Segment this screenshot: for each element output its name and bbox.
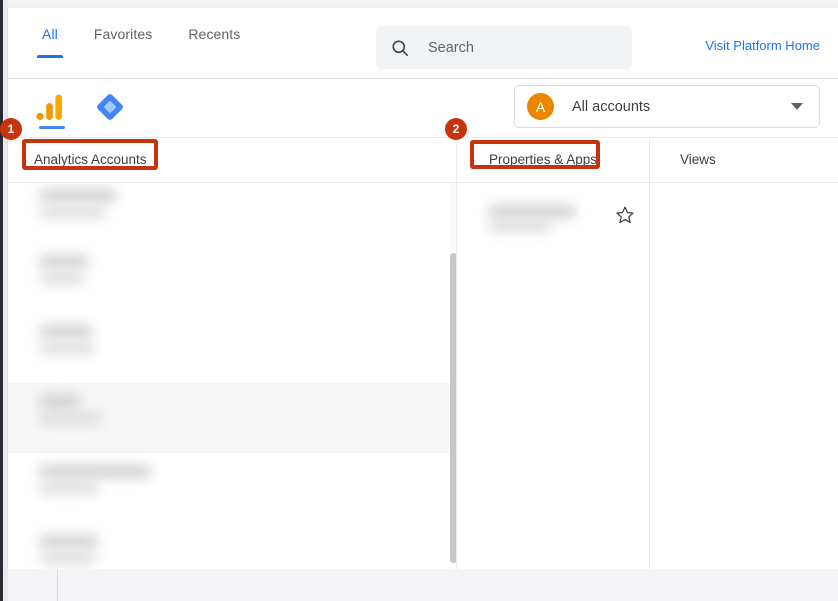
redacted-account-id (40, 413, 102, 424)
tab-bar: All Favorites Recents (24, 26, 258, 58)
views-list (649, 183, 838, 569)
page-background-footer (8, 569, 838, 601)
redacted-account-id (40, 273, 84, 284)
chevron-down-icon[interactable] (791, 103, 803, 110)
analytics-accounts-column-header[interactable]: Analytics Accounts (8, 138, 456, 182)
redacted-account-id (40, 553, 96, 564)
redacted-property-id (489, 221, 551, 232)
redacted-property-name (489, 205, 575, 218)
google-marketing-platform-icon[interactable] (92, 93, 128, 121)
product-selected-underline (39, 126, 65, 129)
redacted-account-name (40, 325, 92, 338)
table-header-row: Analytics Accounts Properties & Apps Vie… (8, 137, 838, 183)
google-analytics-icon[interactable] (34, 93, 70, 121)
redacted-account-id (40, 483, 98, 494)
table-row[interactable] (8, 183, 448, 249)
window-top-strip (8, 0, 838, 8)
properties-and-apps-column-header[interactable]: Properties & Apps (456, 138, 650, 182)
account-selector-label: All accounts (572, 98, 651, 115)
dialog-header: All Favorites Recents Visit Platform Hom… (8, 8, 838, 79)
account-selector-dropdown[interactable]: A All accounts (514, 85, 820, 128)
avatar: A (527, 93, 554, 120)
star-outline-icon[interactable] (615, 205, 635, 225)
redacted-account-name (40, 465, 150, 478)
table-row[interactable] (8, 313, 448, 383)
search-icon (392, 39, 408, 56)
redacted-account-name (40, 535, 98, 548)
redacted-account-id (40, 343, 94, 354)
properties-and-apps-list (456, 183, 650, 569)
tab-favorites[interactable]: Favorites (76, 26, 170, 58)
tab-recents[interactable]: Recents (170, 26, 258, 58)
redacted-account-id (40, 207, 106, 218)
redacted-account-name (40, 395, 80, 408)
properties-and-apps-column-label: Properties & Apps (489, 152, 598, 167)
search-box[interactable] (376, 26, 632, 69)
product-icon-bar: A All accounts (8, 79, 838, 137)
tab-all[interactable]: All (24, 26, 76, 58)
tab-favorites-label: Favorites (93, 26, 153, 42)
table-row[interactable] (8, 453, 448, 523)
tab-all-label: All (42, 26, 58, 42)
search-input[interactable] (428, 39, 618, 56)
footer-divider (57, 569, 58, 601)
views-column-label: Views (680, 152, 716, 167)
table-row[interactable] (8, 243, 448, 313)
table-body (8, 183, 838, 569)
table-row[interactable] (8, 383, 456, 453)
tab-recents-label: Recents (188, 26, 241, 42)
redacted-account-name (40, 255, 88, 268)
views-column-header[interactable]: Views (649, 138, 838, 182)
account-picker-dialog: All Favorites Recents Visit Platform Hom… (8, 8, 838, 569)
visit-platform-home-link[interactable]: Visit Platform Home (705, 38, 820, 53)
table-row[interactable] (8, 523, 448, 569)
analytics-accounts-list (8, 183, 456, 569)
analytics-accounts-column-label: Analytics Accounts (34, 152, 147, 167)
list-item[interactable] (457, 183, 650, 245)
redacted-account-name (40, 189, 116, 202)
screen-root: All Favorites Recents Visit Platform Hom… (0, 0, 838, 601)
tab-active-underline (36, 55, 63, 58)
